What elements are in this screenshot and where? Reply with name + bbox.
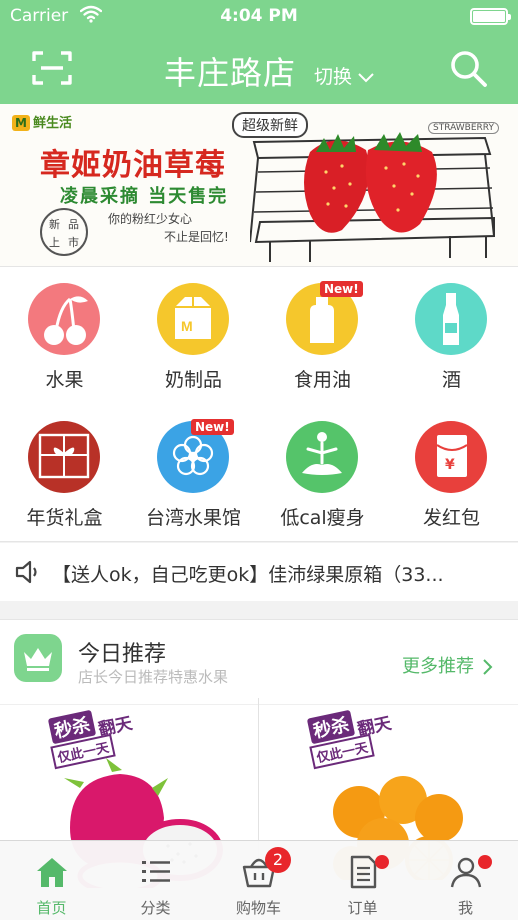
switch-label: 切换 [314, 66, 353, 88]
tab-me[interactable]: 我 [414, 841, 517, 920]
battery-icon [470, 8, 511, 25]
announcement-text: 【送人ok，自己吃更ok】佳沛绿果原箱（33... [52, 564, 444, 586]
red-envelope-icon: ¥ [436, 435, 468, 477]
orders-notification-dot [375, 855, 389, 869]
tab-label: 我 [457, 899, 473, 917]
status-bar: Carrier 4:04 PM [0, 0, 518, 32]
chevron-right-icon [483, 659, 493, 675]
store-name[interactable]: 丰庄路店 [164, 48, 296, 94]
recommend-subtitle: 店长今日推荐特惠水果 [78, 668, 229, 686]
recommend-title: 今日推荐 [78, 642, 167, 667]
category-red-envelope[interactable]: ¥ 发红包 [387, 405, 516, 543]
yoga-icon [302, 432, 342, 475]
flash-sale-badge: 秒杀 翻天 仅此一天 [46, 709, 142, 770]
category-fruit[interactable]: 水果 [0, 267, 129, 405]
more-recommend-link[interactable]: 更多推荐 [402, 652, 493, 678]
svg-text:M: M [181, 318, 193, 334]
tab-orders[interactable]: 订单 [311, 841, 414, 920]
svg-text:¥: ¥ [445, 457, 455, 473]
tab-bar: 首页 分类 2 购物车 订单 我 [0, 840, 518, 920]
tab-home[interactable]: 首页 [0, 841, 103, 920]
tab-label: 首页 [36, 899, 67, 917]
category-label: 年货礼盒 [26, 507, 103, 529]
banner-subhead: 凌晨采摘 当天售完 [60, 186, 229, 207]
list-icon [142, 861, 170, 882]
clock: 4:04 PM [220, 6, 298, 26]
new-badge: New! [320, 281, 363, 297]
new-arrival-seal: 新 品 上 市 [40, 208, 88, 256]
speaker-icon [15, 560, 37, 584]
strawberry-illustration [250, 132, 495, 262]
scan-icon[interactable] [32, 50, 72, 86]
category-grid: 水果 M 奶制品 New! 食用油 酒 年货礼盒 New! 台湾水果馆 低cal… [0, 266, 518, 542]
tab-category[interactable]: 分类 [104, 841, 207, 920]
section-divider [0, 704, 518, 705]
promo-banner[interactable]: M 鲜生活 章姬奶油草莓 凌晨采摘 当天售完 新 品 上 市 你的粉红少女心 不止… [0, 104, 518, 266]
brand-logo: M 鲜生活 [12, 112, 72, 131]
crown-icon [24, 648, 52, 671]
category-dairy[interactable]: M 奶制品 [129, 267, 258, 405]
new-badge: New! [191, 419, 234, 435]
category-label: 酒 [441, 369, 461, 391]
flash-sale-badge: 秒杀 翻天 仅此一天 [305, 709, 401, 770]
home-icon [37, 858, 67, 887]
app-screen: Carrier 4:04 PM 丰庄路店 切换 M 鲜生活 章姬奶油草莓 凌晨采… [0, 0, 518, 920]
category-label: 奶制品 [164, 369, 222, 391]
category-gift-box[interactable]: 年货礼盒 [0, 405, 129, 543]
tab-label: 购物车 [235, 899, 281, 917]
category-label: 台湾水果馆 [145, 507, 241, 529]
tab-label: 订单 [347, 899, 378, 917]
crown-badge [14, 634, 62, 682]
category-label: 食用油 [293, 369, 351, 391]
banner-headline: 章姬奶油草莓 [40, 148, 226, 183]
banner-tagline-1: 你的粉红少女心 [108, 212, 193, 226]
me-notification-dot [478, 855, 492, 869]
category-oil[interactable]: New! 食用油 [258, 267, 387, 405]
milk-carton-icon: M [175, 297, 211, 339]
tab-cart[interactable]: 2 购物车 [207, 841, 310, 920]
category-label: 低cal瘦身 [280, 507, 365, 529]
category-label: 水果 [45, 369, 84, 391]
banner-tagline-2: 不止是回忆! [164, 230, 229, 244]
cherry-icon [44, 296, 88, 345]
search-icon[interactable] [448, 48, 488, 88]
tab-label: 分类 [140, 899, 171, 917]
strawberry-tag: STRAWBERRY [428, 122, 499, 134]
category-low-cal[interactable]: 低cal瘦身 [258, 405, 387, 543]
wine-bottle-icon [443, 293, 459, 345]
chevron-down-icon [358, 72, 374, 82]
announcement-bar[interactable]: 【送人ok，自己吃更ok】佳沛绿果原箱（33... [0, 543, 518, 601]
super-fresh-badge: 超级新鲜 [232, 112, 308, 138]
category-wine[interactable]: 酒 [387, 267, 516, 405]
top-bar: Carrier 4:04 PM 丰庄路店 切换 [0, 0, 518, 104]
category-label: 发红包 [422, 507, 480, 529]
cart-count-badge: 2 [265, 847, 291, 873]
category-taiwan-fruit[interactable]: New! 台湾水果馆 [129, 405, 258, 543]
nav-bar: 丰庄路店 切换 [0, 32, 518, 104]
switch-store-button[interactable]: 切换 [314, 62, 374, 89]
gift-box-icon [38, 433, 90, 479]
